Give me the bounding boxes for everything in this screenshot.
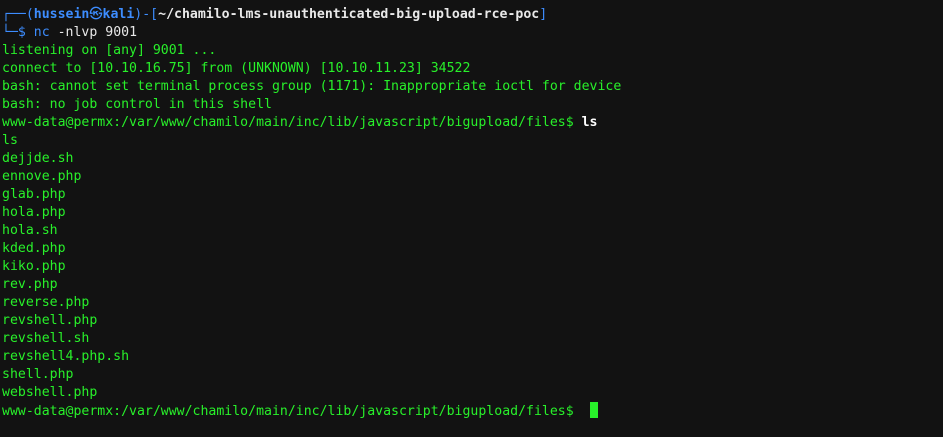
- remote-command: ls: [581, 115, 598, 130]
- file-list-item: rev.php: [2, 277, 58, 292]
- remote-prompt: www-data@permx:/var/www/chamilo/main/inc…: [2, 115, 582, 130]
- final-prompt-line[interactable]: www-data@permx:/var/www/chamilo/main/inc…: [2, 402, 943, 420]
- file-list-item: reverse.php: [2, 295, 90, 310]
- kali-prompt-line-1: ┌──(hussein㉿kali)-[~/chamilo-lms-unauthe…: [2, 6, 943, 24]
- file-list-item: hola.php: [2, 205, 66, 220]
- cursor[interactable]: [589, 402, 598, 418]
- file-list-item: webshell.php: [2, 385, 98, 400]
- prompt-separator-open: )-[: [134, 7, 159, 22]
- command-arguments: -nlvp 9001: [49, 25, 138, 40]
- file-list-item: revshell.sh: [2, 331, 90, 346]
- file-list-item: kiko.php: [2, 259, 66, 274]
- output-line: connect to [10.10.16.75] from (UNKNOWN) …: [2, 61, 471, 76]
- output-line: bash: cannot set terminal process group …: [2, 79, 622, 94]
- file-list-item: revshell4.php.sh: [2, 349, 130, 364]
- prompt-at-symbol: ㉿: [89, 7, 103, 22]
- prompt-dollar: $: [17, 25, 34, 40]
- file-list-item: dejjde.sh: [2, 151, 74, 166]
- prompt-host: kali: [102, 7, 135, 22]
- final-prompt: www-data@permx:/var/www/chamilo/main/inc…: [2, 404, 582, 419]
- file-list-item: glab.php: [2, 187, 66, 202]
- prompt-separator-close: ]: [539, 7, 548, 22]
- file-list-item: revshell.php: [2, 313, 98, 328]
- command-echo: ls: [2, 133, 18, 148]
- file-list-item: kded.php: [2, 241, 66, 256]
- output-line: listening on [any] 9001 ...: [2, 43, 217, 58]
- prompt-box-top: ┌──(: [2, 7, 34, 22]
- file-list-item: ennove.php: [2, 169, 82, 184]
- command-name: nc: [33, 25, 50, 40]
- file-list-item: shell.php: [2, 367, 74, 382]
- remote-prompt-line: www-data@permx:/var/www/chamilo/main/inc…: [2, 114, 943, 132]
- prompt-box-bottom: └─: [2, 25, 18, 40]
- output-line: bash: no job control in this shell: [2, 97, 272, 112]
- prompt-user: hussein: [33, 7, 90, 22]
- output-lines: listening on [any] 9001 ... connect to [1…: [2, 42, 943, 114]
- kali-prompt-line-2: └─$ nc -nlvp 9001: [2, 24, 943, 42]
- file-list-item: hola.sh: [2, 223, 58, 238]
- file-list: dejjde.sh ennove.php glab.php hola.php hola.…: [2, 150, 943, 402]
- terminal-window[interactable]: ┌──(hussein㉿kali)-[~/chamilo-lms-unauthe…: [0, 0, 943, 437]
- prompt-cwd: ~/chamilo-lms-unauthenticated-big-upload…: [158, 7, 540, 22]
